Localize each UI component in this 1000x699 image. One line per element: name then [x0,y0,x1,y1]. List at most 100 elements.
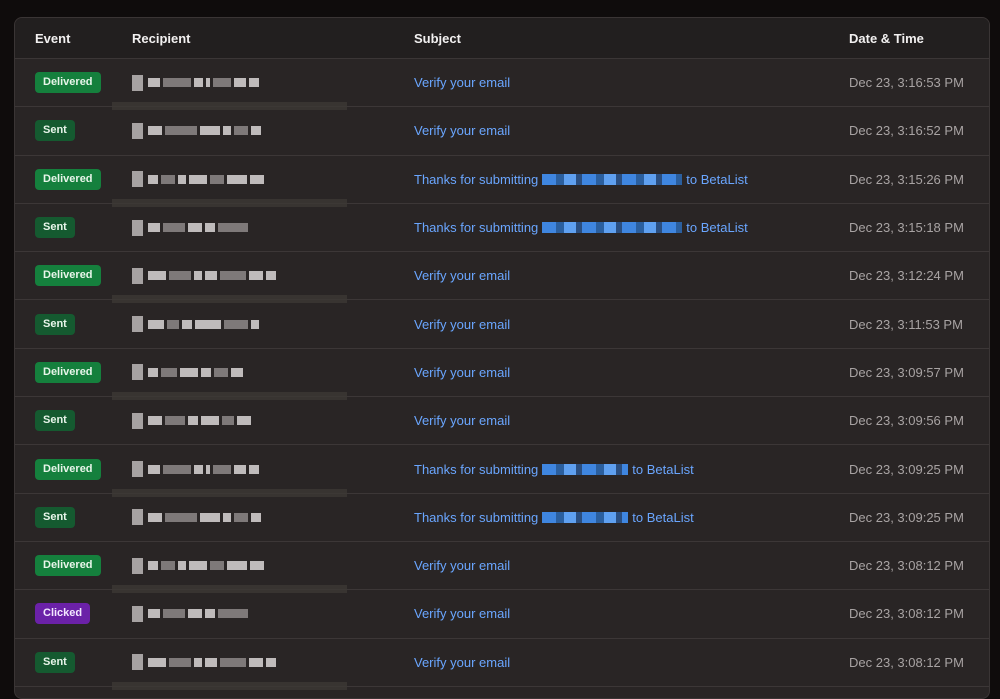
status-badge: Sent [35,313,75,335]
subject-link[interactable]: Verify your email [394,123,830,138]
table-row[interactable]: Clicked Verify your email Dec 23, 3:08:12 … [15,590,989,639]
table-row[interactable]: Sent Verify your email Dec 23, 3:16:52 PM [15,107,989,156]
column-header-event[interactable]: Event [15,31,112,46]
status-badge: Sent [35,120,75,142]
redacted-project-name [542,222,683,234]
recipient-cell-redacted [112,445,394,497]
redacted-project-name [542,463,629,475]
column-header-recipient[interactable]: Recipient [112,18,394,58]
status-badge: Sent [35,217,75,239]
event-cell: Delivered [15,458,112,480]
subject-link[interactable]: Verify your email [394,365,830,380]
event-cell: Sent [15,217,112,239]
subject-link[interactable]: Thanks for submitting to BetaList [394,510,830,525]
subject-link[interactable]: Verify your email [394,655,830,670]
table-row[interactable]: Sent Verify your email Dec 23, 3:09:56 PM [15,397,989,446]
date-time: Dec 23, 3:09:25 PM [849,461,964,477]
subject-link[interactable]: Thanks for submitting to BetaList [394,172,830,187]
recipient-cell-redacted [112,59,394,111]
column-header-date[interactable]: Date & Time [830,31,989,46]
subject-link[interactable]: Verify your email [394,317,830,332]
subject-link[interactable]: Verify your email [394,558,830,573]
event-cell: Sent [15,651,112,673]
status-badge: Delivered [35,265,101,287]
recipient-cell-redacted [112,349,394,401]
event-cell: Clicked [15,603,112,625]
event-cell: Sent [15,313,112,335]
subject-text[interactable]: Verify your email [414,317,510,332]
status-badge: Delivered [35,458,101,480]
status-badge: Sent [35,410,75,432]
event-cell: Sent [15,506,112,528]
recipient-cell-redacted [112,204,394,251]
subject-link[interactable]: Thanks for submitting to BetaList [394,220,830,235]
recipient-cell-redacted [112,300,394,347]
subject-suffix[interactable]: to BetaList [686,172,747,187]
status-badge: Delivered [35,168,101,190]
subject-text[interactable]: Verify your email [414,123,510,138]
subject-link[interactable]: Verify your email [394,606,830,621]
date-time: Dec 23, 3:15:26 PM [849,171,964,187]
event-cell: Delivered [15,555,112,577]
subject-suffix[interactable]: to BetaList [632,462,693,477]
status-badge: Delivered [35,72,101,94]
recipient-cell-redacted [112,494,394,541]
event-cell: Delivered [15,168,112,190]
date-time: Dec 23, 3:08:12 PM [849,606,964,622]
date-time: Dec 23, 3:09:57 PM [849,364,964,380]
subject-text[interactable]: Verify your email [414,655,510,670]
recipient-cell-redacted [112,590,394,637]
redacted-project-name [542,173,683,185]
subject-prefix[interactable]: Thanks for submitting [414,220,538,235]
table-row[interactable]: Delivered Verify your email Dec 23, 3:08:1… [15,542,989,594]
subject-text[interactable]: Verify your email [414,75,510,90]
subject-suffix[interactable]: to BetaList [632,510,693,525]
status-badge: Sent [35,506,75,528]
subject-prefix[interactable]: Thanks for submitting [414,510,538,525]
table-row[interactable]: Delivered Thanks for submitting to BetaLis… [15,156,989,207]
event-cell: Sent [15,120,112,142]
date-time: Dec 23, 3:08:12 PM [849,558,964,574]
subject-text[interactable]: Verify your email [414,606,510,621]
date-time: Dec 23, 3:09:56 PM [849,413,964,429]
subject-text[interactable]: Verify your email [414,413,510,428]
date-time: Dec 23, 3:15:18 PM [849,220,964,236]
table-row[interactable]: Delivered Verify your email Dec 23, 3:09:5… [15,349,989,401]
date-time: Dec 23, 3:08:12 PM [849,654,964,670]
recipient-cell-redacted [112,107,394,154]
table-header: Event Recipient Subject Date & Time [15,18,989,59]
subject-suffix[interactable]: to BetaList [686,220,747,235]
subject-link[interactable]: Verify your email [394,413,830,428]
table-row[interactable]: Sent Thanks for submitting to BetaList Dec … [15,494,989,542]
date-time: Dec 23, 3:16:53 PM [849,75,964,91]
table-row[interactable]: Delivered Verify your email Dec 23, 3:16:5… [15,59,989,111]
subject-link[interactable]: Verify your email [394,75,830,90]
table-row[interactable]: Sent Verify your email Dec 23, 3:11:53 PM [15,300,989,349]
event-cell: Delivered [15,361,112,383]
subject-text[interactable]: Verify your email [414,558,510,573]
column-header-subject[interactable]: Subject [394,31,830,46]
status-badge: Clicked [35,603,91,625]
subject-text[interactable]: Verify your email [414,268,510,283]
date-time: Dec 23, 3:09:25 PM [849,509,964,525]
recipient-cell-redacted [112,639,394,690]
table-row[interactable]: Delivered Verify your email Dec 23, 3:12:2… [15,252,989,304]
event-cell: Sent [15,410,112,432]
status-badge: Delivered [35,555,101,577]
table-row[interactable]: Delivered Thanks for submitting to BetaLis… [15,445,989,497]
event-cell: Delivered [15,265,112,287]
date-time: Dec 23, 3:11:53 PM [849,316,963,332]
table-body: Delivered Verify your email Dec 23, 3:16:5… [15,59,989,690]
subject-link[interactable]: Verify your email [394,268,830,283]
subject-text[interactable]: Verify your email [414,365,510,380]
subject-link[interactable]: Thanks for submitting to BetaList [394,462,830,477]
recipient-cell-redacted [112,397,394,444]
table-row[interactable]: Sent Thanks for submitting to BetaList Dec … [15,204,989,253]
date-time: Dec 23, 3:16:52 PM [849,123,964,139]
redacted-project-name [542,511,629,523]
recipient-cell-redacted [112,542,394,594]
event-cell: Delivered [15,72,112,94]
recipient-cell-redacted [112,252,394,304]
subject-prefix[interactable]: Thanks for submitting [414,172,538,187]
subject-prefix[interactable]: Thanks for submitting [414,462,538,477]
